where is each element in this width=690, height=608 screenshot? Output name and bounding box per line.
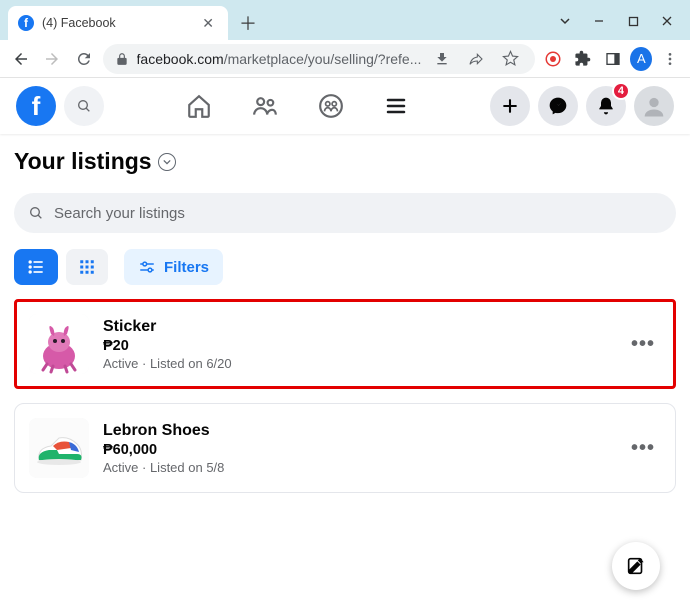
plus-icon [500, 96, 520, 116]
listing-price: ₱20 [103, 338, 611, 354]
grid-view-button[interactable] [66, 249, 108, 285]
friends-nav-icon[interactable] [252, 93, 278, 119]
close-tab-button[interactable]: ✕ [198, 15, 218, 32]
listing-item[interactable]: Lebron Shoes ₱60,000 Active · Listed on … [14, 403, 676, 493]
browser-toolbar: facebook.com/marketplace/you/selling/?re… [0, 40, 690, 78]
listing-status: Active · Listed on 6/20 [103, 356, 611, 371]
bookmark-star-icon[interactable] [497, 46, 523, 72]
side-panel-icon[interactable] [601, 46, 625, 72]
tab-title: (4) Facebook [42, 16, 190, 30]
record-icon[interactable] [541, 46, 565, 72]
create-button[interactable] [490, 86, 530, 126]
listing-info: Sticker ₱20 Active · Listed on 6/20 [103, 318, 611, 371]
profile-avatar[interactable]: A [630, 47, 652, 71]
listing-info: Lebron Shoes ₱60,000 Active · Listed on … [103, 422, 611, 475]
facebook-favicon: f [18, 15, 34, 31]
chrome-menu-icon[interactable] [658, 46, 682, 72]
filters-label: Filters [164, 259, 209, 276]
listing-more-button[interactable]: ••• [625, 333, 661, 356]
menu-nav-icon[interactable] [384, 93, 408, 119]
list-icon [26, 257, 46, 277]
listing-item[interactable]: Sticker ₱20 Active · Listed on 6/20 ••• [14, 299, 676, 389]
messenger-icon [548, 96, 568, 116]
list-view-button[interactable] [14, 249, 58, 285]
listing-title: Sticker [103, 318, 611, 336]
groups-nav-icon[interactable] [318, 93, 344, 119]
grid-icon [78, 258, 96, 276]
close-window-button[interactable] [652, 10, 682, 32]
new-tab-button[interactable]: ＋ [234, 9, 262, 37]
browser-tab-strip: f (4) Facebook ✕ ＋ [0, 0, 690, 40]
facebook-right-nav: 4 [490, 86, 674, 126]
facebook-header: f 4 [0, 78, 690, 134]
filters-button[interactable]: Filters [124, 249, 223, 285]
share-icon[interactable] [463, 46, 489, 72]
maximize-button[interactable] [618, 10, 648, 32]
listing-title: Lebron Shoes [103, 422, 611, 440]
install-icon[interactable] [429, 46, 455, 72]
home-nav-icon[interactable] [186, 93, 212, 119]
address-bar[interactable]: facebook.com/marketplace/you/selling/?re… [103, 44, 536, 74]
magnify-icon [76, 98, 92, 114]
forward-button[interactable] [40, 45, 66, 73]
facebook-center-nav [112, 93, 482, 119]
notification-badge: 4 [612, 82, 630, 100]
avatar-icon [640, 92, 668, 120]
search-listings-input[interactable]: Search your listings [14, 193, 676, 233]
listing-price: ₱60,000 [103, 442, 611, 458]
title-dropdown-icon[interactable] [158, 153, 176, 171]
minimize-button[interactable] [584, 10, 614, 32]
listing-thumbnail [29, 418, 89, 478]
bell-icon [596, 96, 616, 116]
sliders-icon [138, 258, 156, 276]
browser-tab[interactable]: f (4) Facebook ✕ [8, 6, 228, 40]
page-title-text: Your listings [14, 148, 152, 175]
back-button[interactable] [8, 45, 34, 73]
view-controls: Filters [14, 249, 676, 285]
account-button[interactable] [634, 86, 674, 126]
page-title: Your listings [14, 148, 676, 175]
search-button[interactable] [64, 86, 104, 126]
edit-icon [625, 555, 647, 577]
messenger-button[interactable] [538, 86, 578, 126]
listing-more-button[interactable]: ••• [625, 437, 661, 460]
extensions-icon[interactable] [571, 46, 595, 72]
listing-thumbnail [29, 314, 89, 374]
magnify-icon [28, 205, 44, 221]
listing-status: Active · Listed on 5/8 [103, 460, 611, 475]
compose-fab[interactable] [612, 542, 660, 590]
notifications-button[interactable]: 4 [586, 86, 626, 126]
lock-icon [115, 52, 129, 66]
facebook-logo[interactable]: f [16, 86, 56, 126]
page-content: Your listings Search your listings Filte… [0, 134, 690, 493]
window-controls [550, 10, 690, 40]
search-placeholder: Search your listings [54, 205, 185, 222]
url-text: facebook.com/marketplace/you/selling/?re… [137, 51, 422, 67]
chevron-down-icon[interactable] [550, 10, 580, 32]
reload-button[interactable] [71, 45, 97, 73]
